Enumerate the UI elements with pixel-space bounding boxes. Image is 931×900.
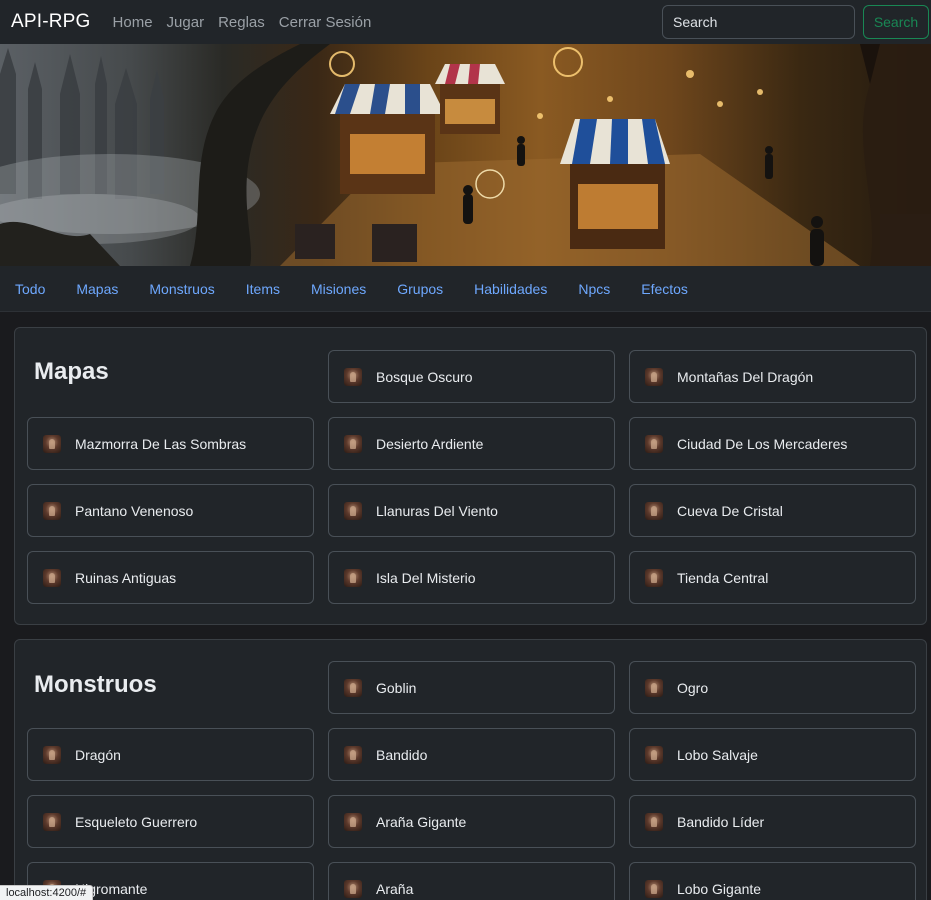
section-mapas: Mapas Bosque Oscuro Montañas Del Dragón … bbox=[14, 327, 927, 625]
list-item[interactable]: Goblin bbox=[328, 661, 615, 714]
tab-todo[interactable]: Todo bbox=[15, 281, 45, 297]
list-item[interactable]: Llanuras Del Viento bbox=[328, 484, 615, 537]
list-item[interactable]: Ogro bbox=[629, 661, 916, 714]
item-label: Pantano Venenoso bbox=[75, 502, 194, 519]
nav-link-jugar[interactable]: Jugar bbox=[167, 14, 205, 31]
brand-logo[interactable]: API-RPG bbox=[11, 11, 91, 33]
list-item[interactable]: Dragón bbox=[27, 728, 314, 781]
monster-thumbnail-icon bbox=[344, 745, 362, 764]
item-label: Montañas Del Dragón bbox=[677, 368, 814, 385]
map-thumbnail-icon bbox=[344, 434, 362, 453]
item-label: Ogro bbox=[677, 679, 709, 696]
list-item[interactable]: Montañas Del Dragón bbox=[629, 350, 916, 403]
map-thumbnail-icon bbox=[43, 501, 61, 520]
monster-thumbnail-icon bbox=[43, 745, 61, 764]
nav-links: Home Jugar Reglas Cerrar Sesión bbox=[113, 14, 372, 31]
item-label: Llanuras Del Viento bbox=[376, 502, 498, 519]
tab-monstruos[interactable]: Monstruos bbox=[149, 281, 214, 297]
item-label: Araña bbox=[376, 880, 414, 897]
map-thumbnail-icon bbox=[645, 568, 663, 587]
item-label: Goblin bbox=[376, 679, 417, 696]
item-label: Bosque Oscuro bbox=[376, 368, 473, 385]
item-label: Ciudad De Los Mercaderes bbox=[677, 435, 848, 452]
category-tabs: Todo Mapas Monstruos Items Misiones Grup… bbox=[0, 266, 931, 312]
item-label: Cueva De Cristal bbox=[677, 502, 783, 519]
item-label: Dragón bbox=[75, 746, 121, 763]
tab-mapas[interactable]: Mapas bbox=[76, 281, 118, 297]
monster-thumbnail-icon bbox=[43, 812, 61, 831]
item-label: Ruinas Antiguas bbox=[75, 569, 177, 586]
map-thumbnail-icon bbox=[344, 568, 362, 587]
list-item[interactable]: Tienda Central bbox=[629, 551, 916, 604]
item-label: Lobo Gigante bbox=[677, 880, 762, 897]
list-item[interactable]: Pantano Venenoso bbox=[27, 484, 314, 537]
map-thumbnail-icon bbox=[43, 568, 61, 587]
list-item[interactable]: Lobo Gigante bbox=[629, 862, 916, 900]
monster-thumbnail-icon bbox=[645, 812, 663, 831]
banner-illustration bbox=[0, 44, 931, 266]
item-label: Araña Gigante bbox=[376, 813, 467, 830]
list-item[interactable]: Ciudad De Los Mercaderes bbox=[629, 417, 916, 470]
list-item[interactable]: Esqueleto Guerrero bbox=[27, 795, 314, 848]
search-button[interactable]: Search bbox=[863, 5, 929, 39]
list-item[interactable]: Ruinas Antiguas bbox=[27, 551, 314, 604]
hero-banner-image bbox=[0, 44, 931, 266]
list-item[interactable]: Lobo Salvaje bbox=[629, 728, 916, 781]
monster-thumbnail-icon bbox=[344, 678, 362, 697]
monster-thumbnail-icon bbox=[344, 812, 362, 831]
search-form: Search bbox=[662, 5, 929, 39]
tab-efectos[interactable]: Efectos bbox=[641, 281, 688, 297]
item-label: Tienda Central bbox=[677, 569, 769, 586]
tab-misiones[interactable]: Misiones bbox=[311, 281, 366, 297]
item-label: Desierto Ardiente bbox=[376, 435, 484, 452]
section-monstruos: Monstruos Goblin Ogro Dragón Bandido Lob… bbox=[14, 639, 927, 900]
list-item[interactable]: Bandido Líder bbox=[629, 795, 916, 848]
nav-link-home[interactable]: Home bbox=[113, 14, 153, 31]
tab-grupos[interactable]: Grupos bbox=[397, 281, 443, 297]
browser-status-url: localhost:4200/# bbox=[0, 885, 94, 900]
top-navbar: API-RPG Home Jugar Reglas Cerrar Sesión … bbox=[0, 0, 931, 44]
nav-link-logout[interactable]: Cerrar Sesión bbox=[279, 14, 372, 31]
list-item[interactable]: Araña bbox=[328, 862, 615, 900]
map-thumbnail-icon bbox=[43, 434, 61, 453]
list-item[interactable]: Mazmorra De Las Sombras bbox=[27, 417, 314, 470]
item-label: Esqueleto Guerrero bbox=[75, 813, 198, 830]
list-item[interactable]: Isla Del Misterio bbox=[328, 551, 615, 604]
section-title: Monstruos bbox=[34, 671, 157, 698]
list-item[interactable]: Desierto Ardiente bbox=[328, 417, 615, 470]
list-item[interactable]: Bosque Oscuro bbox=[328, 350, 615, 403]
tab-items[interactable]: Items bbox=[246, 281, 280, 297]
map-thumbnail-icon bbox=[645, 367, 663, 386]
tab-npcs[interactable]: Npcs bbox=[578, 281, 610, 297]
item-label: Isla Del Misterio bbox=[376, 569, 476, 586]
monster-thumbnail-icon bbox=[645, 879, 663, 898]
nav-link-reglas[interactable]: Reglas bbox=[218, 14, 265, 31]
list-item[interactable]: Cueva De Cristal bbox=[629, 484, 916, 537]
item-label: Mazmorra De Las Sombras bbox=[75, 435, 247, 452]
search-input[interactable] bbox=[662, 5, 855, 39]
monster-thumbnail-icon bbox=[645, 678, 663, 697]
section-title: Mapas bbox=[34, 358, 109, 385]
map-thumbnail-icon bbox=[645, 434, 663, 453]
item-label: Bandido Líder bbox=[677, 813, 765, 830]
map-thumbnail-icon bbox=[344, 367, 362, 386]
item-label: Bandido bbox=[376, 746, 428, 763]
list-item[interactable]: Araña Gigante bbox=[328, 795, 615, 848]
map-thumbnail-icon bbox=[645, 501, 663, 520]
tab-habilidades[interactable]: Habilidades bbox=[474, 281, 547, 297]
monster-thumbnail-icon bbox=[344, 879, 362, 898]
list-item[interactable]: Bandido bbox=[328, 728, 615, 781]
item-label: Lobo Salvaje bbox=[677, 746, 758, 763]
monster-thumbnail-icon bbox=[645, 745, 663, 764]
map-thumbnail-icon bbox=[344, 501, 362, 520]
